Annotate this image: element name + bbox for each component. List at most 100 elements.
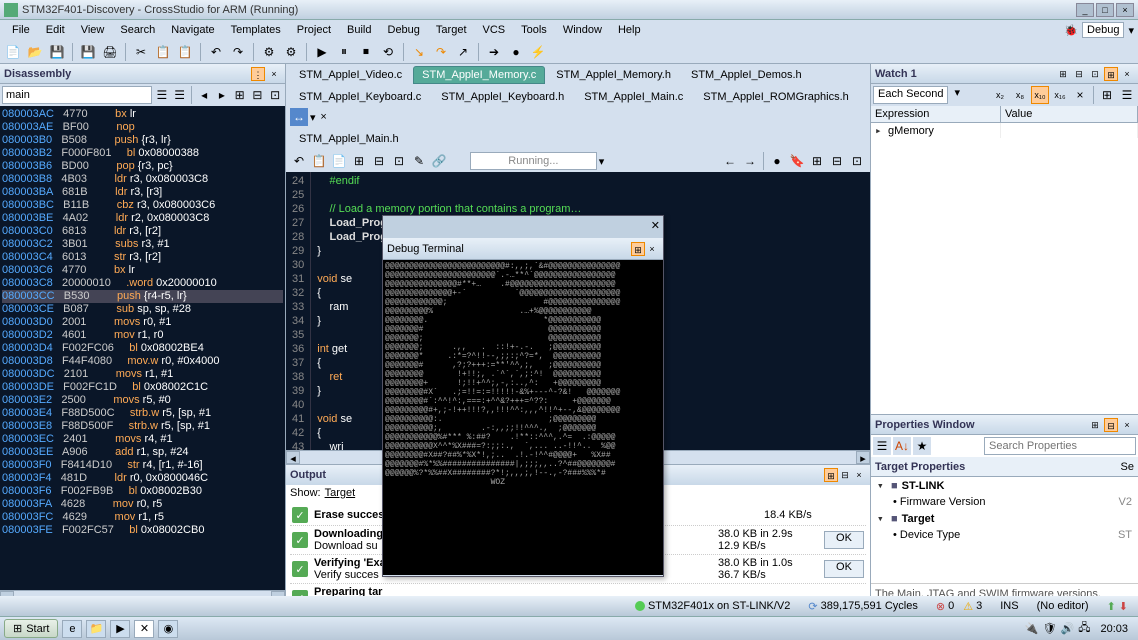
- tool-e-icon[interactable]: ⊟: [370, 152, 388, 170]
- watch-tool2-icon[interactable]: ⊟: [1072, 67, 1086, 81]
- disassembly-search-input[interactable]: [2, 86, 152, 104]
- menu-window[interactable]: Window: [555, 22, 610, 38]
- tool-icon[interactable]: ⊞: [232, 86, 248, 104]
- undo-button[interactable]: ↶: [207, 43, 225, 61]
- disasm-line[interactable]: 080003D2 4601 mov r1, r0: [2, 329, 283, 342]
- tabs-close-icon[interactable]: ×: [318, 111, 330, 123]
- disasm-line[interactable]: 080003FE F002FC57 bl 0x08002CB0: [2, 524, 283, 537]
- watch-table[interactable]: Expression Value ▸ gMemory: [871, 106, 1138, 414]
- link-down-icon[interactable]: ⬇: [1119, 600, 1128, 613]
- config-select[interactable]: Debug: [1082, 22, 1124, 38]
- prop-group[interactable]: ▾■ ST-LINK: [871, 477, 1138, 494]
- ok-button[interactable]: OK: [824, 531, 864, 549]
- stop-button[interactable]: ⏹: [357, 43, 375, 61]
- props-tool1-icon[interactable]: ⊞: [1088, 418, 1102, 432]
- menu-navigate[interactable]: Navigate: [163, 22, 222, 38]
- new-button[interactable]: 📄: [4, 43, 22, 61]
- menu-templates[interactable]: Templates: [223, 22, 289, 38]
- watch-close-icon[interactable]: ×: [1120, 67, 1134, 81]
- link-icon[interactable]: 🔗: [430, 152, 448, 170]
- tab-stm-applei-demos-h[interactable]: STM_AppleI_Demos.h: [682, 66, 811, 84]
- nav-next-icon[interactable]: ▸: [214, 86, 230, 104]
- disasm-line[interactable]: 080003C2 3B01 subs r3, #1: [2, 238, 283, 251]
- tool2-icon[interactable]: ⊟: [250, 86, 266, 104]
- task-explorer-icon[interactable]: 📁: [86, 620, 106, 638]
- go-button[interactable]: ▶: [313, 43, 331, 61]
- disasm-line[interactable]: 080003FA 4628 mov r0, r5: [2, 498, 283, 511]
- dt-close2-icon[interactable]: ×: [645, 242, 659, 256]
- properties-tree[interactable]: ▾■ ST-LINK• Firmware VersionV2▾■ Target•…: [871, 477, 1138, 583]
- menu-debug[interactable]: Debug: [380, 22, 428, 38]
- tool-button[interactable]: ⚡: [529, 43, 547, 61]
- code-line[interactable]: // Load a memory portion that contains a…: [317, 202, 864, 216]
- tab-stm-applei-keyboard-c[interactable]: STM_AppleI_Keyboard.c: [290, 88, 430, 106]
- watch-x8-icon[interactable]: x₈: [1011, 86, 1029, 104]
- tray-safe-icon[interactable]: 🔌: [1025, 622, 1039, 635]
- menu-help[interactable]: Help: [610, 22, 649, 38]
- props-star-icon[interactable]: ★: [913, 437, 931, 455]
- props-az-icon[interactable]: A↓: [893, 437, 911, 455]
- disasm-line[interactable]: 080003AE BF00 nop: [2, 121, 283, 134]
- tool3-icon[interactable]: ⊡: [267, 86, 283, 104]
- split3-icon[interactable]: ⊡: [848, 152, 866, 170]
- bookmark-icon[interactable]: 🔖: [788, 152, 806, 170]
- watch-row[interactable]: ▸ gMemory: [871, 123, 1138, 138]
- task-ie-icon[interactable]: e: [62, 620, 82, 638]
- disasm-line[interactable]: 080003EC 2401 movs r4, #1: [2, 433, 283, 446]
- save-button[interactable]: 💾: [48, 43, 66, 61]
- disasm-line[interactable]: 080003D0 2001 movs r0, #1: [2, 316, 283, 329]
- tab-stm-applei-main-c[interactable]: STM_AppleI_Main.c: [575, 88, 692, 106]
- close-button[interactable]: ×: [1116, 3, 1134, 17]
- nav-prev-icon[interactable]: ◂: [196, 86, 212, 104]
- watch-options-icon[interactable]: ⊞: [1104, 67, 1118, 81]
- disasm-line[interactable]: 080003BA 681B ldr r3, [r3]: [2, 186, 283, 199]
- prop-group[interactable]: ▾■ Target: [871, 510, 1138, 527]
- tab-stm-applei-video-c[interactable]: STM_AppleI_Video.c: [290, 66, 411, 84]
- disasm-line[interactable]: 080003F0 F8414D10 str r4, [r1, #-16]: [2, 459, 283, 472]
- disasm-line[interactable]: 080003B8 4B03 ldr r3, 0x080003C8: [2, 173, 283, 186]
- tool-c-icon[interactable]: 📄: [330, 152, 348, 170]
- watch-grid-icon[interactable]: ⊞: [1098, 86, 1116, 104]
- watch-x2-icon[interactable]: x₂: [991, 86, 1009, 104]
- panel-options-icon[interactable]: ⋮: [251, 67, 265, 81]
- copy-button[interactable]: 📋: [154, 43, 172, 61]
- disasm-line[interactable]: 080003D4 F002FC06 bl 0x08002BE4: [2, 342, 283, 355]
- tab-nav-icon[interactable]: ↔: [290, 108, 308, 126]
- step-into-button[interactable]: ↘: [410, 43, 428, 61]
- tool-g-icon[interactable]: ✎: [410, 152, 428, 170]
- se-label[interactable]: Se: [1121, 461, 1134, 473]
- split-icon[interactable]: ⊞: [808, 152, 826, 170]
- prop-item[interactable]: • Device TypeST: [871, 527, 1138, 543]
- columns-icon[interactable]: ☰: [154, 86, 170, 104]
- menu-target[interactable]: Target: [428, 22, 475, 38]
- disasm-line[interactable]: 080003AC 4770 bx lr: [2, 108, 283, 121]
- menu-project[interactable]: Project: [289, 22, 339, 38]
- maximize-button[interactable]: □: [1096, 3, 1114, 17]
- debug-terminal-content[interactable]: @@@@@@@@@@@@@@@@@@@@@@@@@#:,,;,`&#@@@@@@…: [383, 260, 663, 575]
- prop-item[interactable]: • Firmware VersionV2: [871, 494, 1138, 510]
- task-media-icon[interactable]: ▶: [110, 620, 130, 638]
- properties-search-input[interactable]: [984, 437, 1136, 455]
- step-out-button[interactable]: ↗: [454, 43, 472, 61]
- watch-x16-icon[interactable]: x₁₆: [1051, 86, 1069, 104]
- watch-del-icon[interactable]: ×: [1071, 86, 1089, 104]
- restart-button[interactable]: ⟲: [379, 43, 397, 61]
- watch-cols-icon[interactable]: ☰: [1118, 86, 1136, 104]
- print-button[interactable]: 🖨: [101, 43, 119, 61]
- menu-search[interactable]: Search: [112, 22, 163, 38]
- tool-f-icon[interactable]: ⊡: [390, 152, 408, 170]
- disasm-line[interactable]: 080003CE B087 sub sp, sp, #28: [2, 303, 283, 316]
- rebuild-button[interactable]: ⚙: [282, 43, 300, 61]
- disasm-line[interactable]: 080003E2 2500 movs r5, #0: [2, 394, 283, 407]
- build-button[interactable]: ⚙: [260, 43, 278, 61]
- watch-col-expression[interactable]: Expression: [871, 106, 1001, 122]
- nav-fwd-icon[interactable]: →: [741, 152, 759, 170]
- disasm-line[interactable]: 080003FC 4629 mov r1, r5: [2, 511, 283, 524]
- disasm-line[interactable]: 080003DC 2101 movs r1, #1: [2, 368, 283, 381]
- run-to-button[interactable]: ➔: [485, 43, 503, 61]
- disasm-line[interactable]: 080003C4 6013 str r3, [r2]: [2, 251, 283, 264]
- columns2-icon[interactable]: ☰: [172, 86, 188, 104]
- tool-d-icon[interactable]: ⊞: [350, 152, 368, 170]
- cut-button[interactable]: ✂: [132, 43, 150, 61]
- tab-dropdown-icon[interactable]: ▾: [310, 111, 316, 124]
